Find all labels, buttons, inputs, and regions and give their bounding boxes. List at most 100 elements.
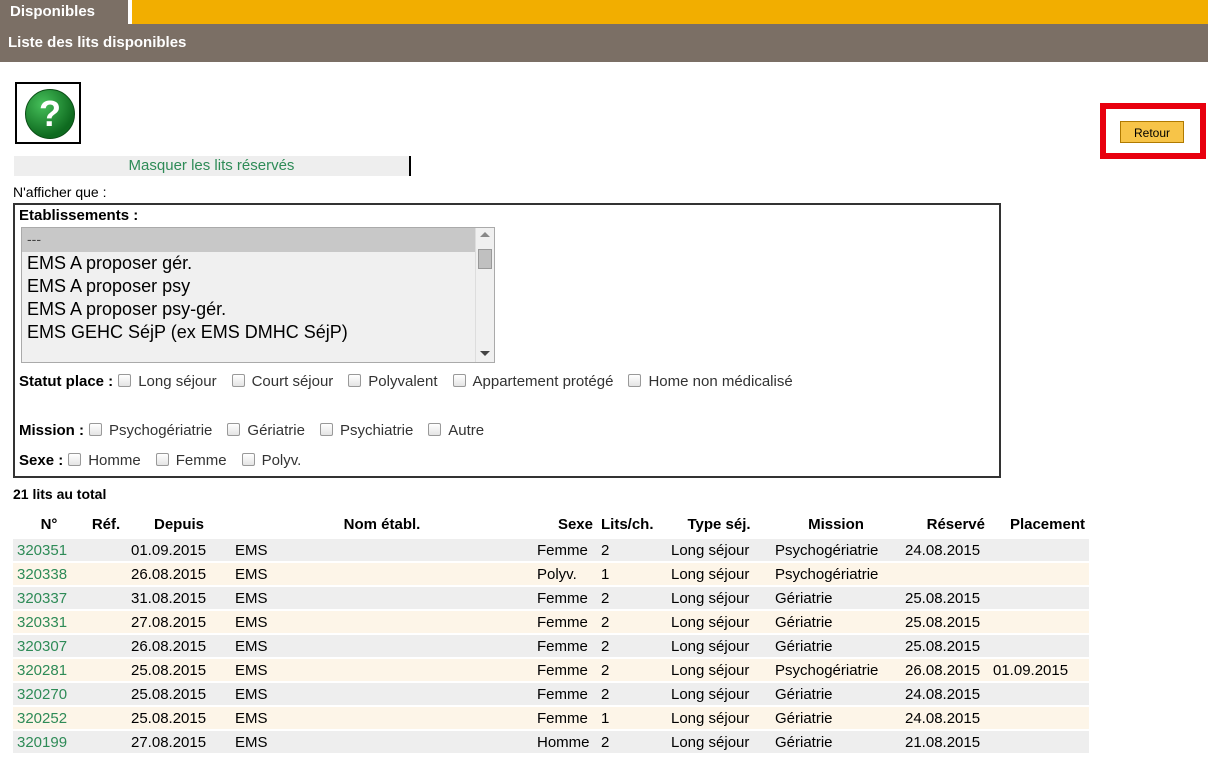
cell-nom-etabl: EMS <box>231 537 533 562</box>
cell-ref <box>85 609 127 634</box>
retour-button[interactable]: Retour <box>1120 121 1184 143</box>
masquer-lits-reserves-link[interactable]: Masquer les lits réservés <box>14 156 411 176</box>
scroll-down-icon[interactable] <box>480 351 490 356</box>
cell-nom-etabl: EMS <box>231 681 533 706</box>
cell-num[interactable]: 320252 <box>13 705 85 730</box>
cell-ref <box>85 561 127 586</box>
cell-sexe: Femme <box>533 633 597 658</box>
tab-disponibles[interactable]: Disponibles <box>0 0 128 24</box>
cell-placement: 01.09.2015 <box>989 657 1089 682</box>
etablissement-option[interactable]: EMS A proposer psy <box>22 275 494 298</box>
etablissement-option[interactable]: EMS A proposer psy-gér. <box>22 298 494 321</box>
cell-placement <box>989 585 1089 610</box>
checkbox-autre[interactable] <box>428 423 442 436</box>
cell-mission: Gériatrie <box>771 633 901 658</box>
checkbox-label: Psychiatrie <box>339 422 414 439</box>
cell-reserve: 24.08.2015 <box>901 681 989 706</box>
cell-mission: Psychogériatrie <box>771 657 901 682</box>
cell-ref <box>85 729 127 753</box>
cell-ref <box>85 537 127 562</box>
etablissement-option[interactable]: --- <box>22 228 494 252</box>
table-row[interactable]: 320337 31.08.2015 EMS Femme 2 Long séjour Géri… <box>13 585 1089 610</box>
cell-ref <box>85 585 127 610</box>
table-row[interactable]: 320252 25.08.2015 EMS Femme 1 Long séjour Géri… <box>13 705 1089 730</box>
cell-placement <box>989 609 1089 634</box>
cell-lits-ch: 2 <box>597 537 667 562</box>
table-row[interactable]: 320331 27.08.2015 EMS Femme 2 Long séjour Géri… <box>13 609 1089 634</box>
cell-num[interactable]: 320351 <box>13 537 85 562</box>
cell-reserve: 21.08.2015 <box>901 729 989 753</box>
checkbox-label: Polyvalent <box>368 373 438 390</box>
checkbox-label: Long séjour <box>138 373 217 390</box>
cell-mission: Psychogériatrie <box>771 537 901 562</box>
table-row[interactable]: 320351 01.09.2015 EMS Femme 2 Long séjour Psyc… <box>13 537 1089 562</box>
retour-highlight-frame: Retour <box>1100 103 1206 159</box>
cell-sexe: Femme <box>533 705 597 730</box>
cell-reserve: 24.08.2015 <box>901 705 989 730</box>
cell-num[interactable]: 320270 <box>13 681 85 706</box>
cell-sexe: Femme <box>533 585 597 610</box>
checkbox-polyvalent[interactable] <box>348 374 362 387</box>
table-row[interactable]: 320270 25.08.2015 EMS Femme 2 Long séjour Géri… <box>13 681 1089 706</box>
cell-nom-etabl: EMS <box>231 729 533 753</box>
scroll-up-icon[interactable] <box>480 232 490 237</box>
table-row[interactable]: 320281 25.08.2015 EMS Femme 2 Long séjour Psyc… <box>13 657 1089 682</box>
checkbox-long-sejour[interactable] <box>118 374 132 387</box>
etablissement-option[interactable]: EMS GEHC SéjP (ex EMS DMHC SéjP) <box>22 321 494 344</box>
cell-lits-ch: 2 <box>597 657 667 682</box>
cell-lits-ch: 2 <box>597 609 667 634</box>
cell-type-sej: Long séjour <box>667 729 771 753</box>
cell-placement <box>989 681 1089 706</box>
cell-mission: Gériatrie <box>771 585 901 610</box>
checkbox-femme[interactable] <box>155 453 169 466</box>
col-header-ref[interactable]: Réf. <box>85 512 127 538</box>
col-header-depuis[interactable]: Depuis <box>127 512 231 538</box>
table-row[interactable]: 320338 26.08.2015 EMS Polyv. 1 Long séjour Psy… <box>13 561 1089 586</box>
cell-num[interactable]: 320281 <box>13 657 85 682</box>
cell-reserve <box>901 561 989 586</box>
table-row[interactable]: 320307 26.08.2015 EMS Femme 2 Long séjour Géri… <box>13 633 1089 658</box>
col-header-nom-etabl[interactable]: Nom établ. <box>231 512 533 538</box>
cell-num[interactable]: 320337 <box>13 585 85 610</box>
cell-placement <box>989 705 1089 730</box>
checkbox-psychiatrie[interactable] <box>319 423 333 436</box>
checkbox-court-sejour[interactable] <box>231 374 245 387</box>
help-button[interactable]: ? <box>15 82 81 144</box>
etablissement-option[interactable]: EMS A proposer gér. <box>22 252 494 275</box>
col-header-lits-ch[interactable]: Lits/ch. <box>597 512 667 538</box>
table-row[interactable]: 320199 27.08.2015 EMS Homme 2 Long séjour Géri… <box>13 729 1089 753</box>
total-count: 21 lits au total <box>13 486 107 502</box>
cell-reserve: 25.08.2015 <box>901 633 989 658</box>
mission-row: Mission : Psychogériatrie Gériatrie Psychia… <box>19 422 484 440</box>
col-header-placement[interactable]: Placement <box>989 512 1089 538</box>
checkbox-appartement-protege[interactable] <box>452 374 466 387</box>
col-header-reserve[interactable]: Réservé <box>901 512 989 538</box>
col-header-sexe[interactable]: Sexe <box>533 512 597 538</box>
help-icon: ? <box>25 89 75 139</box>
cell-num[interactable]: 320199 <box>13 729 85 753</box>
etablissements-listbox[interactable]: --- EMS A proposer gér. EMS A proposer p… <box>21 227 495 363</box>
cell-depuis: 26.08.2015 <box>127 633 231 658</box>
cell-type-sej: Long séjour <box>667 705 771 730</box>
col-header-mission[interactable]: Mission <box>771 512 901 538</box>
cell-num[interactable]: 320307 <box>13 633 85 658</box>
checkbox-polyv[interactable] <box>241 453 255 466</box>
listbox-scrollbar[interactable] <box>475 228 494 362</box>
col-header-type-sej[interactable]: Type séj. <box>667 512 771 538</box>
checkbox-label: Court séjour <box>251 373 334 390</box>
checkbox-homme[interactable] <box>68 453 82 466</box>
cell-reserve: 24.08.2015 <box>901 537 989 562</box>
cell-placement <box>989 537 1089 562</box>
cell-ref <box>85 633 127 658</box>
checkbox-geriatrie[interactable] <box>227 423 241 436</box>
checkbox-psychogeriatrie[interactable] <box>89 423 103 436</box>
cell-mission: Gériatrie <box>771 609 901 634</box>
cell-depuis: 01.09.2015 <box>127 537 231 562</box>
checkbox-home-non-medicalise[interactable] <box>628 374 642 387</box>
scroll-thumb[interactable] <box>478 249 492 269</box>
checkbox-label: Appartement protégé <box>472 373 614 390</box>
cell-num[interactable]: 320338 <box>13 561 85 586</box>
cell-mission: Psychogériatrie <box>771 561 901 586</box>
col-header-num[interactable]: N° <box>13 512 85 538</box>
cell-num[interactable]: 320331 <box>13 609 85 634</box>
